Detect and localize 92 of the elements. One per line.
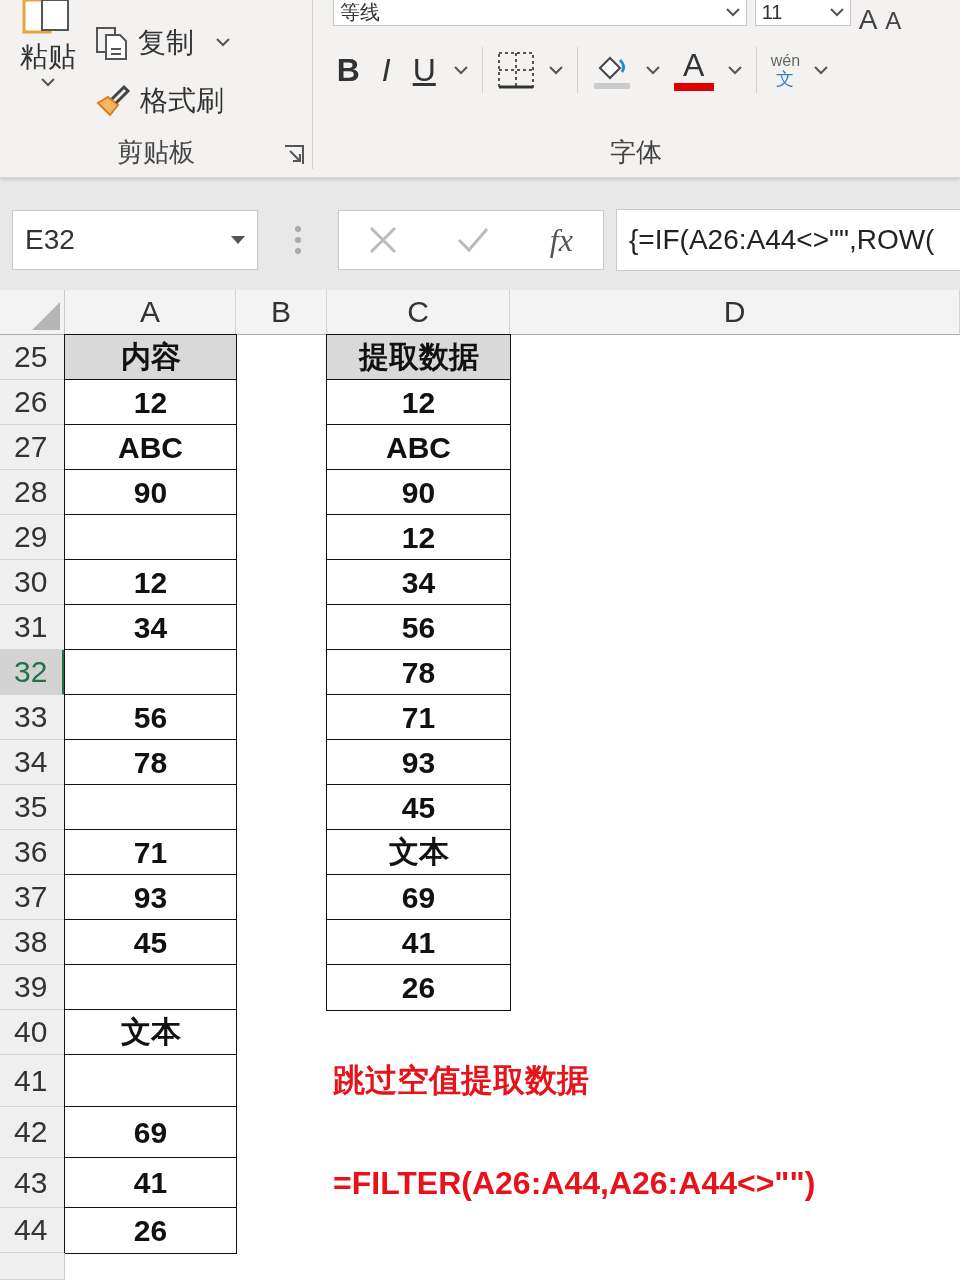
column-header[interactable]: A [65, 290, 236, 335]
table-cell: 90 [64, 469, 237, 516]
underline-button[interactable]: U [408, 51, 440, 89]
table-cell: 56 [326, 604, 511, 651]
row-header[interactable]: 26 [0, 380, 65, 425]
column-title: 提取数据 [326, 334, 511, 381]
table-cell: 78 [326, 649, 511, 696]
table-cell: 文本 [64, 1009, 237, 1056]
row-header[interactable]: 35 [0, 785, 65, 830]
table-cell: 文本 [326, 829, 511, 876]
row-header[interactable]: 29 [0, 515, 65, 560]
table-cell: 34 [64, 604, 237, 651]
table-cell: 34 [326, 559, 511, 606]
caret-icon [216, 38, 230, 48]
borders-icon[interactable] [496, 51, 535, 89]
phonetic-guide-button[interactable]: wén 文 [770, 52, 801, 88]
row-header[interactable]: 36 [0, 830, 65, 875]
row-header[interactable]: 37 [0, 875, 65, 920]
name-box[interactable]: E32 [12, 210, 258, 271]
table-cell: 41 [326, 919, 511, 966]
row-header[interactable]: 33 [0, 695, 65, 740]
row-header[interactable]: 42 [0, 1107, 65, 1158]
row-header[interactable] [0, 1253, 65, 1280]
bold-button[interactable]: B [332, 51, 364, 89]
caret-icon [41, 78, 55, 87]
caret-icon [453, 65, 468, 75]
insert-function-button[interactable]: fx [549, 221, 573, 259]
row-header[interactable]: 27 [0, 425, 65, 470]
row-header[interactable]: 25 [0, 335, 65, 380]
annotation-text: 跳过空值提取数据 [332, 1061, 590, 1100]
table-cell: 45 [326, 784, 511, 831]
caret-icon [548, 65, 563, 75]
grow-font-button[interactable]: A [858, 0, 878, 37]
row-header[interactable]: 31 [0, 605, 65, 650]
table-cell: 71 [64, 829, 237, 876]
table-cell: 93 [64, 874, 237, 921]
table-cell: 71 [326, 694, 511, 741]
table-cell: 26 [326, 964, 511, 1011]
table-cell: 12 [64, 559, 237, 606]
dialog-launcher-icon[interactable] [283, 145, 304, 166]
paste-button[interactable]: 粘贴 [12, 0, 84, 136]
row-header[interactable]: 32 [0, 650, 65, 695]
copy-icon [94, 24, 130, 61]
row-header[interactable]: 34 [0, 740, 65, 785]
table-cell: 12 [326, 514, 511, 561]
annotation-text: =FILTER(A26:A44,A26:A44<>"") [332, 1163, 817, 1203]
table-cell: ABC [64, 424, 237, 471]
caret-icon [814, 65, 829, 75]
caret-icon [829, 8, 844, 17]
table-cell: 12 [64, 379, 237, 426]
font-size-field[interactable]: 11 [754, 0, 851, 26]
table-cell: 45 [64, 919, 237, 966]
row-header[interactable]: 40 [0, 1010, 65, 1055]
caret-icon [725, 8, 740, 17]
row-header[interactable]: 41 [0, 1055, 65, 1107]
group-label: 字体 [610, 135, 663, 169]
table-cell: 78 [64, 739, 237, 786]
row-header[interactable]: 38 [0, 920, 65, 965]
close-icon[interactable] [369, 226, 398, 255]
caret-icon [645, 65, 660, 75]
drag-handle-icon[interactable] [294, 225, 302, 256]
row-header[interactable]: 44 [0, 1208, 65, 1253]
table-cell: 56 [64, 694, 237, 741]
column-header[interactable]: B [236, 290, 327, 335]
brush-icon [94, 82, 132, 119]
column-header[interactable]: D [510, 290, 960, 335]
copy-button[interactable]: 复制 [94, 19, 230, 66]
italic-button[interactable]: I [377, 51, 395, 89]
table-cell: ABC [326, 424, 511, 471]
shrink-font-button[interactable]: A [885, 0, 902, 37]
column-header[interactable]: C [327, 290, 510, 335]
font-color-button[interactable]: A [673, 49, 714, 91]
row-header[interactable]: 28 [0, 470, 65, 515]
format-painter-button[interactable]: 格式刷 [94, 77, 230, 124]
table-cell: 69 [326, 874, 511, 921]
table-cell: 93 [326, 739, 511, 786]
row-header[interactable]: 30 [0, 560, 65, 605]
font-name-field[interactable]: 等线 [332, 0, 747, 26]
table-cell: 90 [326, 469, 511, 516]
group-label: 剪贴板 [116, 135, 195, 169]
row-header[interactable]: 43 [0, 1158, 65, 1208]
select-all-icon[interactable] [32, 302, 60, 330]
formula-field[interactable]: {=IF(A26:A44<>"",ROW( [616, 209, 960, 272]
table-cell: 26 [64, 1207, 237, 1254]
check-icon[interactable] [457, 226, 490, 255]
caret-icon [231, 236, 245, 245]
table-cell: 41 [64, 1157, 237, 1209]
caret-icon [727, 65, 742, 75]
table-cell: 12 [326, 379, 511, 426]
row-header[interactable]: 39 [0, 965, 65, 1010]
table-cell: 69 [64, 1106, 237, 1159]
column-title: 内容 [64, 334, 237, 381]
